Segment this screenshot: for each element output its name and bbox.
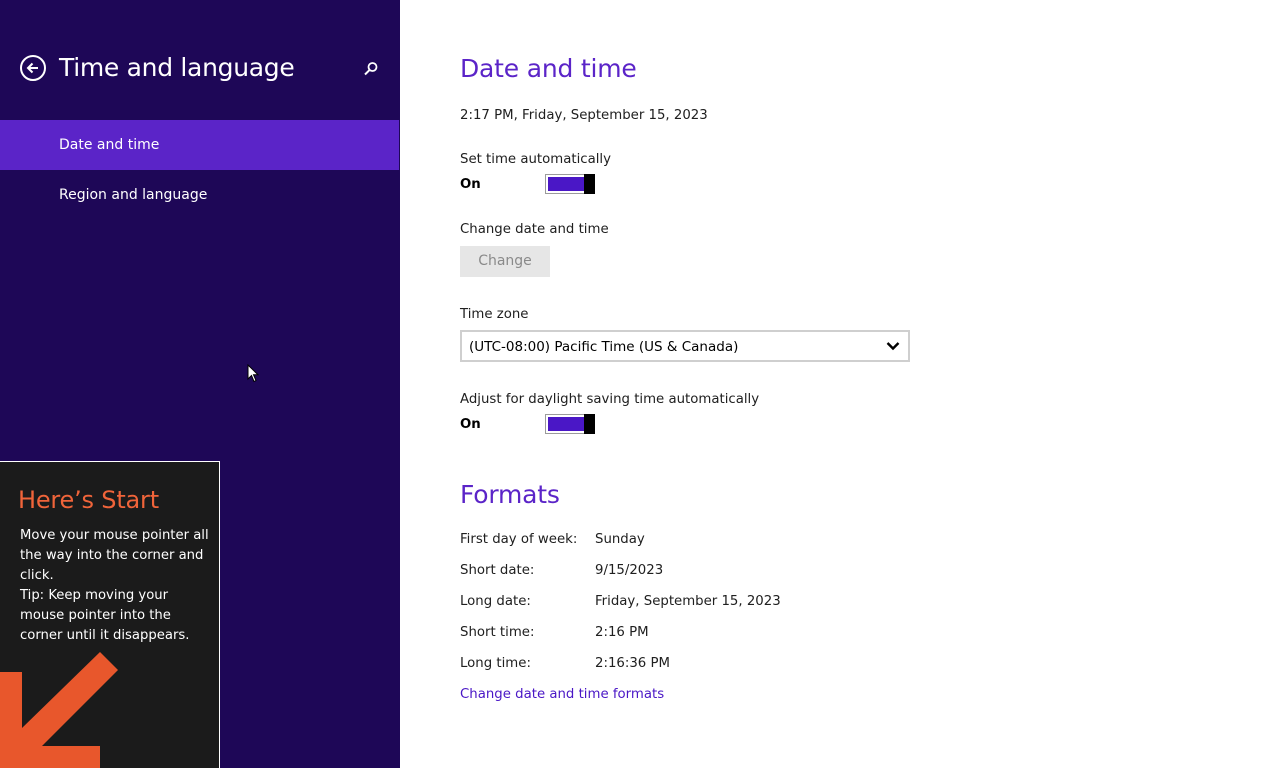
tip-body: Move your mouse pointer all the way into… — [20, 526, 210, 646]
tip-title: Here’s Start — [18, 486, 159, 514]
sidebar-item-label: Region and language — [59, 187, 208, 203]
chevron-down-icon — [886, 342, 900, 351]
change-formats-link[interactable]: Change date and time formats — [460, 687, 664, 702]
format-label: First day of week: — [460, 532, 578, 547]
set-time-auto-state: On — [460, 177, 481, 192]
set-time-auto-label: Set time automatically — [460, 152, 611, 167]
change-button[interactable]: Change — [460, 246, 550, 277]
mouse-pointer-icon — [247, 364, 260, 383]
format-value: 2:16 PM — [595, 625, 649, 640]
sidebar-item-date-and-time[interactable]: Date and time — [0, 120, 399, 170]
tip-hint: Tip: Keep moving your mouse pointer into… — [20, 588, 190, 643]
page-title: Time and language — [59, 53, 295, 82]
format-value: Sunday — [595, 532, 645, 547]
start-tip-panel: Here’s Start Move your mouse pointer all… — [0, 461, 220, 768]
time-zone-select[interactable]: (UTC-08:00) Pacific Time (US & Canada) — [460, 330, 910, 362]
arrow-down-left-icon — [0, 652, 118, 768]
sidebar-item-label: Date and time — [59, 137, 160, 153]
section-title-date-and-time: Date and time — [460, 54, 637, 83]
format-label: Short date: — [460, 563, 535, 578]
set-time-auto-toggle[interactable] — [545, 174, 595, 194]
time-zone-label: Time zone — [460, 307, 529, 322]
format-label: Short time: — [460, 625, 535, 640]
sidebar-item-region-and-language[interactable]: Region and language — [0, 170, 399, 220]
section-title-formats: Formats — [460, 480, 560, 509]
dst-toggle[interactable] — [545, 414, 595, 434]
current-datetime: 2:17 PM, Friday, September 15, 2023 — [460, 108, 708, 123]
format-value: 9/15/2023 — [595, 563, 664, 578]
format-label: Long time: — [460, 656, 531, 671]
back-arrow-icon[interactable] — [20, 55, 46, 81]
tip-instruction: Move your mouse pointer all the way into… — [20, 528, 209, 583]
main-content: Date and time 2:17 PM, Friday, September… — [400, 0, 1280, 768]
format-value: Friday, September 15, 2023 — [595, 594, 781, 609]
change-date-time-label: Change date and time — [460, 222, 609, 237]
dst-state: On — [460, 417, 481, 432]
search-icon[interactable] — [362, 60, 380, 78]
dst-label: Adjust for daylight saving time automati… — [460, 392, 760, 407]
time-zone-value: (UTC-08:00) Pacific Time (US & Canada) — [469, 339, 739, 355]
format-value: 2:16:36 PM — [595, 656, 670, 671]
format-label: Long date: — [460, 594, 531, 609]
